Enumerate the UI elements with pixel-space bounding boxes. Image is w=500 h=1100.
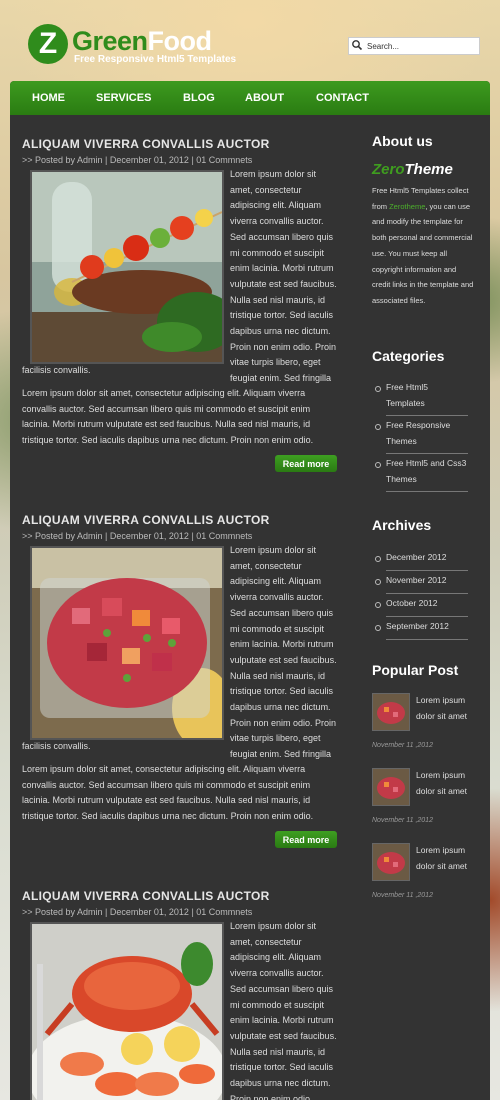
popular-post-thumb[interactable] <box>372 693 410 731</box>
popular-post-title[interactable]: Lorem ipsum dolor sit amet <box>416 693 476 724</box>
archive-item[interactable]: October 2012 <box>375 596 468 617</box>
categories-heading: Categories <box>372 348 445 364</box>
zerotheme-logo-rest: Theme <box>404 161 453 178</box>
about-text: Free Html5 Templates collect from Zeroth… <box>372 183 474 309</box>
post-meta: >> Posted by Admin | December 01, 2012 |… <box>22 907 253 917</box>
search-icon[interactable] <box>351 39 363 51</box>
zerotheme-logo-z: Zero <box>372 161 405 178</box>
popular-heading: Popular Post <box>372 662 459 678</box>
about-heading: About us <box>372 133 433 149</box>
post-image-salad[interactable] <box>30 546 224 740</box>
popular-post-date: November 11 ,2012 <box>372 742 433 749</box>
popular-post-title[interactable]: Lorem ipsum dolor sit amet <box>416 843 476 874</box>
logo-tagline: Free Responsive Html5 Templates <box>74 54 237 65</box>
post-excerpt: Lorem ipsum dolor sit amet, consectetur … <box>230 921 337 1100</box>
nav-contact[interactable]: CONTACT <box>316 92 369 104</box>
nav-blog[interactable]: BLOG <box>183 92 215 104</box>
zerotheme-link[interactable]: Zerotheme <box>389 202 425 211</box>
about-text-rest: , you can use and modify the template fo… <box>372 201 474 305</box>
post-image-crab[interactable] <box>30 922 224 1100</box>
search-input[interactable] <box>367 38 475 54</box>
logo-wordmark: GreenFood <box>72 26 212 57</box>
salad-thumb <box>373 694 409 730</box>
popular-post-title[interactable]: Lorem ipsum dolor sit amet <box>416 768 476 799</box>
category-item[interactable]: Free Responsive Themes <box>375 418 468 455</box>
category-item[interactable]: Free Html5 Templates <box>375 380 468 417</box>
post-paragraph: Lorem ipsum dolor sit amet, consectetur … <box>22 388 314 446</box>
sidebar: About us ZeroTheme Free Html5 Templates … <box>372 81 480 1100</box>
post-excerpt: Lorem ipsum dolor sit amet, consectetur … <box>230 169 337 384</box>
search-box[interactable] <box>348 37 480 55</box>
nav-services[interactable]: SERVICES <box>96 92 151 104</box>
salad-photo <box>32 548 222 738</box>
archives-heading: Archives <box>372 517 432 533</box>
post-paragraph: Lorem ipsum dolor sit amet, consectetur … <box>22 764 314 822</box>
post-excerpt-tail: facilisis convallis. <box>22 365 91 375</box>
post-title[interactable]: ALIQUAM VIVERRA CONVALLIS AUCTOR <box>22 513 270 527</box>
post-title[interactable]: ALIQUAM VIVERRA CONVALLIS AUCTOR <box>22 889 270 903</box>
category-item[interactable]: Free Html5 and Css3 Themes <box>375 456 468 493</box>
post-excerpt-tail: facilisis convallis. <box>22 741 91 751</box>
salad-thumb <box>373 844 409 880</box>
read-more-button[interactable]: Read more <box>275 455 337 472</box>
popular-post-thumb[interactable] <box>372 843 410 881</box>
blog-post: ALIQUAM VIVERRA CONVALLIS AUCTOR >> Post… <box>22 137 338 482</box>
blog-post: ALIQUAM VIVERRA CONVALLIS AUCTOR >> Post… <box>22 513 338 858</box>
popular-post-date: November 11 ,2012 <box>372 892 433 899</box>
post-excerpt: Lorem ipsum dolor sit amet, consectetur … <box>230 545 337 760</box>
archive-item[interactable]: September 2012 <box>375 619 468 640</box>
popular-post-thumb[interactable] <box>372 768 410 806</box>
crab-photo <box>32 924 222 1100</box>
nav-about[interactable]: ABOUT <box>245 92 284 104</box>
logo-word-white: Food <box>147 26 212 56</box>
post-meta: >> Posted by Admin | December 01, 2012 |… <box>22 155 253 165</box>
post-image-kebab[interactable] <box>30 170 224 364</box>
logo-badge: Z <box>28 24 68 64</box>
read-more-button[interactable]: Read more <box>275 831 337 848</box>
blog-post: ALIQUAM VIVERRA CONVALLIS AUCTOR >> Post… <box>22 889 338 1100</box>
logo-word-green: Green <box>72 26 148 56</box>
salad-thumb <box>373 769 409 805</box>
nav-home[interactable]: HOME <box>32 92 65 104</box>
popular-post-date: November 11 ,2012 <box>372 817 433 824</box>
post-meta: >> Posted by Admin | December 01, 2012 |… <box>22 531 253 541</box>
archive-item[interactable]: November 2012 <box>375 573 468 594</box>
kebab-food-photo <box>32 172 222 362</box>
archive-item[interactable]: December 2012 <box>375 550 468 571</box>
zerotheme-logo[interactable]: ZeroTheme <box>372 161 453 178</box>
content-wrapper: HOME SERVICES BLOG ABOUT CONTACT ALIQUAM… <box>10 81 490 1100</box>
post-title[interactable]: ALIQUAM VIVERRA CONVALLIS AUCTOR <box>22 137 270 151</box>
